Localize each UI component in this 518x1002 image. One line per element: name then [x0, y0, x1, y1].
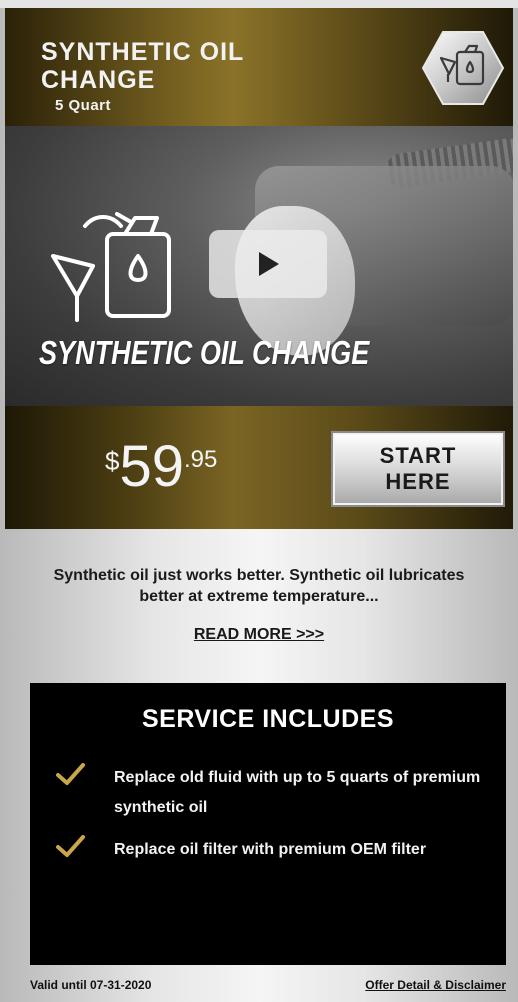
play-button[interactable] — [209, 230, 327, 298]
service-includes-box: SERVICE INCLUDES Replace old fluid with … — [30, 683, 506, 965]
price: $59.95 — [105, 438, 217, 496]
start-button-line1: START — [379, 443, 457, 468]
offer-description: Synthetic oil just works better. Synthet… — [53, 567, 465, 605]
play-icon — [259, 252, 279, 276]
price-currency: $ — [105, 446, 120, 476]
start-here-button[interactable]: START HERE — [331, 431, 505, 507]
check-icon — [56, 763, 85, 785]
video-caption: SYNTHETIC OIL CHANGE — [39, 334, 370, 371]
price-whole: 59 — [119, 434, 184, 499]
top-strip — [0, 0, 518, 8]
valid-until: Valid until 07-31-2020 — [30, 978, 152, 992]
offer-subtitle: 5 Quart — [55, 97, 112, 114]
oil-can-funnel-icon — [51, 212, 171, 322]
start-button-line2: HERE — [385, 469, 451, 494]
price-fraction: .95 — [183, 446, 218, 473]
read-more-link[interactable]: READ MORE >>> — [0, 626, 518, 644]
offer-title: SYNTHETIC OIL CHANGE — [41, 38, 244, 94]
offer-card: SYNTHETIC OIL CHANGE 5 Quart SYNTHETIC O… — [0, 0, 518, 1002]
price-band: $59.95 START HERE — [5, 406, 513, 529]
service-includes-title: SERVICE INCLUDES — [141, 705, 395, 733]
offer-header: SYNTHETIC OIL CHANGE 5 Quart — [5, 8, 513, 126]
offer-disclaimer-link[interactable]: Offer Detail & Disclaimer — [365, 978, 506, 992]
list-item-text: Replace oil filter with premium OEM filt… — [114, 841, 427, 858]
list-item-text: Replace old fluid with up to 5 quarts of… — [114, 769, 481, 816]
check-icon — [56, 835, 85, 857]
video-thumbnail[interactable]: SYNTHETIC OIL CHANGE — [5, 126, 513, 406]
oil-can-funnel-icon — [421, 31, 505, 105]
